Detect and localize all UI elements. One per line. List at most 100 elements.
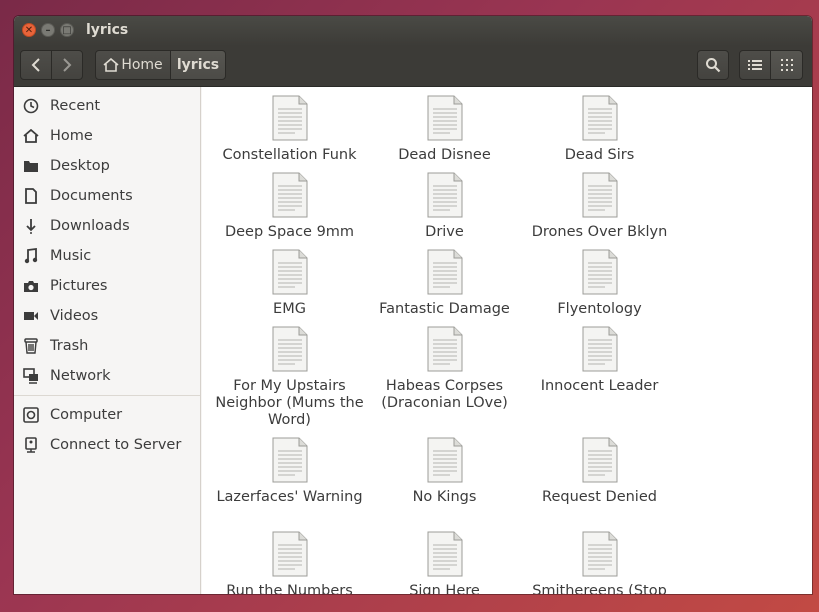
breadcrumb-home[interactable]: Home <box>95 50 171 80</box>
file-name: Deep Space 9mm <box>224 224 355 240</box>
text-file-icon <box>582 249 617 295</box>
text-file-icon <box>427 437 462 483</box>
text-file-icon <box>272 95 307 141</box>
sidebar-item-connect-to-server[interactable]: Connect to Server <box>14 430 200 460</box>
file-item[interactable]: Request Denied <box>522 437 677 506</box>
back-button[interactable] <box>20 50 52 80</box>
file-item[interactable]: Constellation Funk <box>212 95 367 164</box>
file-name: Dead Disnee <box>398 147 491 163</box>
file-item[interactable]: Drones Over Bklyn <box>522 172 677 241</box>
file-item[interactable]: Drive <box>367 172 522 241</box>
sidebar-item-pictures[interactable]: Pictures <box>14 271 200 301</box>
title-bar: ✕ – □ lyrics <box>14 16 812 46</box>
sidebar-item-downloads[interactable]: Downloads <box>14 211 200 241</box>
file-item[interactable]: Dead Disnee <box>367 95 522 164</box>
file-name: Flyentology <box>557 301 642 317</box>
chevron-right-icon <box>63 58 72 72</box>
list-view-icon <box>748 60 762 70</box>
text-file-icon <box>582 437 617 483</box>
file-name: EMG <box>273 301 306 317</box>
file-item[interactable]: Flyentology <box>522 249 677 318</box>
forward-button[interactable] <box>51 50 83 80</box>
file-item[interactable]: For My Upstairs Neighbor (Mums the Word) <box>212 326 367 429</box>
file-name: Habeas Corpses (Draconian LOve) <box>381 378 508 411</box>
breadcrumb-lyrics[interactable]: lyrics <box>170 50 226 80</box>
sidebar-item-desktop[interactable]: Desktop <box>14 151 200 181</box>
text-file-icon <box>427 172 462 218</box>
file-name: Drive <box>425 224 464 240</box>
sidebar-divider <box>14 395 200 396</box>
sidebar-item-label: Network <box>50 368 111 384</box>
file-name: Drones Over Bklyn <box>531 224 668 240</box>
close-window-button[interactable]: ✕ <box>22 23 36 37</box>
file-manager-window: ✕ – □ lyrics Home lyrics Recent Home Des… <box>14 16 812 594</box>
sidebar-item-home[interactable]: Home <box>14 121 200 151</box>
file-item[interactable]: Sign Here <box>367 531 522 594</box>
text-file-icon <box>427 249 462 295</box>
camera-icon <box>22 277 40 295</box>
text-file-icon <box>272 249 307 295</box>
file-name: Smithereens (Stop <box>532 583 667 594</box>
document-icon <box>22 187 40 205</box>
text-file-icon <box>582 531 617 577</box>
sidebar: Recent Home Desktop Documents Downloads … <box>14 87 201 594</box>
computer-icon <box>22 406 40 424</box>
sidebar-item-label: Pictures <box>50 278 108 294</box>
maximize-window-button[interactable]: □ <box>60 23 74 37</box>
text-file-icon <box>272 172 307 218</box>
music-icon <box>22 247 40 265</box>
file-item[interactable]: Smithereens (Stop <box>522 531 677 594</box>
file-item[interactable]: Run the Numbers <box>212 531 367 594</box>
sidebar-item-computer[interactable]: Computer <box>14 400 200 430</box>
file-item[interactable]: Dead Sirs <box>522 95 677 164</box>
sidebar-item-recent[interactable]: Recent <box>14 91 200 121</box>
breadcrumb-home-label: Home <box>121 57 163 73</box>
file-name: Run the Numbers <box>226 583 353 594</box>
text-file-icon <box>272 437 307 483</box>
file-item[interactable]: No Kings <box>367 437 522 506</box>
sidebar-item-network[interactable]: Network <box>14 361 200 391</box>
sidebar-item-label: Desktop <box>50 158 110 174</box>
file-name: Fantastic Damage <box>379 301 510 317</box>
recent-icon <box>22 97 40 115</box>
file-item[interactable]: Habeas Corpses (Draconian LOve) <box>367 326 522 412</box>
list-view-button[interactable] <box>739 50 771 80</box>
sidebar-item-label: Videos <box>50 308 99 324</box>
file-name: Constellation Funk <box>222 147 357 163</box>
text-file-icon <box>582 95 617 141</box>
video-icon <box>22 307 40 325</box>
window-title: lyrics <box>86 22 129 38</box>
file-name: Lazerfaces' Warning <box>216 489 363 505</box>
file-name: Innocent Leader <box>540 378 659 394</box>
folder-icon <box>22 157 40 175</box>
search-button[interactable] <box>697 50 729 80</box>
file-item[interactable]: Fantastic Damage <box>367 249 522 318</box>
file-name: For My Upstairs Neighbor (Mums the Word) <box>215 378 364 428</box>
trash-icon <box>22 337 40 355</box>
grid-view-button[interactable] <box>770 50 803 80</box>
file-item[interactable]: Lazerfaces' Warning <box>212 437 367 506</box>
sidebar-item-label: Recent <box>50 98 101 114</box>
server-icon <box>22 436 40 454</box>
search-icon <box>706 58 721 73</box>
file-item[interactable]: EMG <box>212 249 367 318</box>
minimize-window-button[interactable]: – <box>41 23 55 37</box>
sidebar-item-documents[interactable]: Documents <box>14 181 200 211</box>
grid-view-icon <box>780 59 793 71</box>
file-item[interactable]: Deep Space 9mm <box>212 172 367 241</box>
sidebar-item-label: Documents <box>50 188 133 204</box>
sidebar-item-label: Music <box>50 248 92 264</box>
sidebar-item-music[interactable]: Music <box>14 241 200 271</box>
text-file-icon <box>582 172 617 218</box>
toolbar: Home lyrics <box>14 46 812 87</box>
sidebar-item-label: Computer <box>50 407 123 423</box>
home-icon <box>22 127 40 145</box>
sidebar-item-trash[interactable]: Trash <box>14 331 200 361</box>
download-icon <box>22 217 40 235</box>
file-name: Request Denied <box>542 489 657 505</box>
text-file-icon <box>427 95 462 141</box>
sidebar-item-videos[interactable]: Videos <box>14 301 200 331</box>
file-item[interactable]: Innocent Leader <box>522 326 677 395</box>
breadcrumb-current-label: lyrics <box>176 57 220 73</box>
network-icon <box>22 367 40 385</box>
